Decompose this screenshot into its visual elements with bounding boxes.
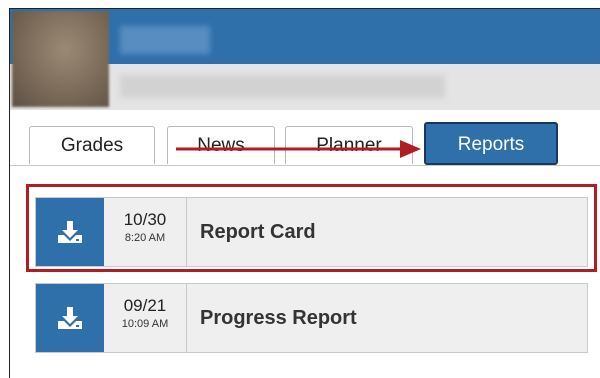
download-button[interactable]: [36, 198, 104, 266]
tab-grades[interactable]: Grades: [29, 126, 155, 164]
profile-header: [10, 9, 600, 110]
app-frame: Grades News Planner Reports 10/30 8:20 A…: [9, 8, 600, 378]
download-button[interactable]: [36, 284, 104, 352]
student-name-redacted: [120, 26, 210, 54]
report-datetime: 09/21 10:09 AM: [104, 284, 187, 352]
report-title[interactable]: Progress Report: [200, 284, 357, 352]
tab-reports[interactable]: Reports: [424, 122, 558, 165]
tab-news[interactable]: News: [167, 126, 275, 164]
report-row[interactable]: 10/30 8:20 AM Report Card: [35, 197, 588, 267]
download-icon: [58, 221, 82, 243]
tab-divider: [10, 165, 600, 166]
report-date: 10/30: [123, 210, 167, 229]
avatar: [12, 11, 109, 107]
report-datetime: 10/30 8:20 AM: [104, 198, 187, 266]
report-title[interactable]: Report Card: [200, 198, 316, 266]
report-time: 8:20 AM: [124, 232, 166, 244]
download-icon: [58, 307, 82, 329]
report-row[interactable]: 09/21 10:09 AM Progress Report: [35, 283, 588, 353]
report-time: 10:09 AM: [121, 318, 169, 330]
report-date: 09/21: [123, 296, 167, 315]
tab-planner[interactable]: Planner: [285, 126, 413, 164]
student-info-redacted: [120, 75, 445, 98]
